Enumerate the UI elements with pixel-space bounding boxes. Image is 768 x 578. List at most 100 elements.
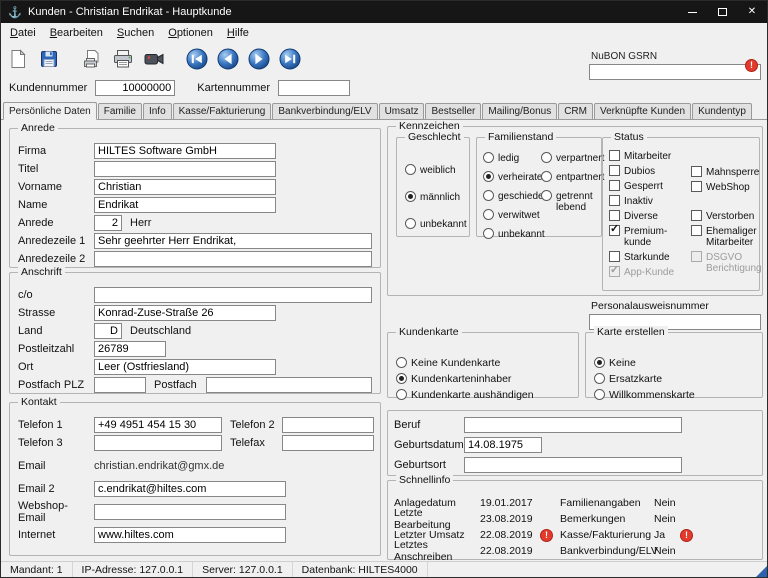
familienstand-option-ledig[interactable]: ledig — [483, 152, 541, 164]
tab-crm[interactable]: CRM — [558, 103, 593, 119]
resize-grip[interactable] — [756, 566, 767, 577]
printer-button[interactable] — [110, 46, 136, 72]
status-check[interactable] — [609, 195, 620, 206]
co-input[interactable] — [94, 287, 372, 303]
menu-item-bearbeiten[interactable]: Bearbeiten — [43, 25, 110, 41]
geschlecht-option-m-nnlich[interactable]: männlich — [405, 191, 469, 203]
firma-input[interactable] — [94, 143, 276, 159]
vorname-input[interactable] — [94, 179, 276, 195]
nav-first-button[interactable] — [184, 46, 210, 72]
status-option-starkunde[interactable]: Starkunde — [609, 251, 689, 263]
status-option-premium-kunde[interactable]: Premium-kunde — [609, 225, 689, 248]
tab-umsatz[interactable]: Umsatz — [379, 103, 425, 119]
tab-kundentyp[interactable]: Kundentyp — [692, 103, 752, 119]
tab-mailing-bonus[interactable]: Mailing/Bonus — [482, 103, 557, 119]
land-input[interactable] — [94, 323, 122, 339]
tab-verkn-pfte-kunden[interactable]: Verknüpfte Kunden — [594, 103, 691, 119]
status-option-inaktiv[interactable]: Inaktiv — [609, 195, 689, 207]
geschlecht-radio[interactable] — [405, 164, 416, 175]
window-minimize-button[interactable] — [677, 1, 707, 23]
tab-familie[interactable]: Familie — [98, 103, 142, 119]
nav-previous-button[interactable] — [215, 46, 241, 72]
telefon2-input[interactable] — [282, 417, 374, 433]
geschlecht-option-weiblich[interactable]: weiblich — [405, 164, 469, 176]
anredezeile1-input[interactable] — [94, 233, 372, 249]
familienstand-option-entpartnert[interactable]: entpartnert — [541, 171, 601, 183]
telefax-input[interactable] — [282, 435, 374, 451]
status-option-ehemaliger-mitarbeiter[interactable]: Ehemaliger Mitarbeiter — [691, 225, 759, 248]
webshop-email-input[interactable] — [94, 504, 286, 520]
familienstand-radio[interactable] — [483, 228, 494, 239]
geschlecht-radio[interactable] — [405, 218, 416, 229]
familienstand-option-verheiratet[interactable]: verheiratet — [483, 171, 541, 183]
familienstand-option-getrennt-lebend[interactable]: getrennt lebend — [541, 190, 601, 213]
familienstand-option-geschieden[interactable]: geschieden — [483, 190, 541, 202]
hot-indicator[interactable]: ! — [680, 529, 700, 542]
postleitzahl-input[interactable] — [94, 341, 166, 357]
nav-next-button[interactable] — [246, 46, 272, 72]
menu-item-datei[interactable]: Datei — [3, 25, 43, 41]
print-form-button[interactable] — [79, 46, 105, 72]
nav-last-button[interactable] — [277, 46, 303, 72]
familienstand-radio[interactable] — [483, 171, 494, 182]
kundennummer-input[interactable] — [95, 80, 175, 96]
kundenkarte-radio[interactable] — [396, 357, 407, 368]
kundenkarte-option-kundenkarteninhaber[interactable]: Kundenkarteninhaber — [396, 373, 578, 385]
status-option-verstorben[interactable]: Verstorben — [691, 210, 759, 222]
status-check[interactable] — [691, 181, 702, 192]
familienstand-radio[interactable] — [483, 190, 494, 201]
geburtsdatum-input[interactable] — [464, 437, 542, 453]
familienstand-option-verwitwet[interactable]: verwitwet — [483, 209, 541, 221]
hot-indicator[interactable]: ! — [540, 529, 560, 542]
status-check[interactable] — [609, 210, 620, 221]
kundenkarte-radio[interactable] — [396, 389, 407, 400]
familienstand-radio[interactable] — [483, 209, 494, 220]
internet-input[interactable] — [94, 527, 286, 543]
nubon-input[interactable] — [589, 64, 761, 80]
kundenkarte-option-keine-kundenkarte[interactable]: Keine Kundenkarte — [396, 357, 578, 369]
karte-erstellen-option-keine[interactable]: Keine — [594, 357, 762, 369]
window-maximize-button[interactable] — [707, 1, 737, 23]
postfach-plz-input[interactable] — [94, 377, 146, 393]
geschlecht-option-unbekannt[interactable]: unbekannt — [405, 218, 469, 230]
tab-bankverbindung-elv[interactable]: Bankverbindung/ELV — [272, 103, 377, 119]
telefon3-input[interactable] — [94, 435, 222, 451]
kundenkarte-radio[interactable] — [396, 373, 407, 384]
ort-input[interactable] — [94, 359, 276, 375]
titel-input[interactable] — [94, 161, 276, 177]
familienstand-radio[interactable] — [483, 152, 494, 163]
menu-item-optionen[interactable]: Optionen — [161, 25, 220, 41]
familienstand-option-verpartnert[interactable]: verpartnert — [541, 152, 601, 164]
familienstand-radio[interactable] — [541, 190, 552, 201]
karte-erstellen-option-ersatzkarte[interactable]: Ersatzkarte — [594, 373, 762, 385]
tab-kasse-fakturierung[interactable]: Kasse/Fakturierung — [173, 103, 272, 119]
familienstand-radio[interactable] — [541, 171, 552, 182]
postfach-input[interactable] — [206, 377, 372, 393]
status-option-gesperrt[interactable]: Gesperrt — [609, 180, 689, 192]
beruf-input[interactable] — [464, 417, 682, 433]
familienstand-radio[interactable] — [541, 152, 552, 163]
geburtsort-input[interactable] — [464, 457, 682, 473]
email2-input[interactable] — [94, 481, 286, 497]
status-check[interactable] — [691, 225, 702, 236]
status-option-mitarbeiter[interactable]: Mitarbeiter — [609, 150, 689, 162]
strasse-input[interactable] — [94, 305, 276, 321]
status-check[interactable] — [691, 166, 702, 177]
new-document-button[interactable] — [5, 46, 31, 72]
status-option-app-kunde[interactable]: App-Kunde — [609, 266, 689, 278]
tab-info[interactable]: Info — [143, 103, 172, 119]
status-check[interactable] — [609, 150, 620, 161]
window-close-button[interactable]: ✕ — [737, 1, 767, 23]
status-option-diverse[interactable]: Diverse — [609, 210, 689, 222]
anrede-code-input[interactable] — [94, 215, 122, 231]
karte-erstellen-radio[interactable] — [594, 373, 605, 384]
save-button[interactable] — [36, 46, 62, 72]
status-check[interactable] — [609, 251, 620, 262]
karte-erstellen-radio[interactable] — [594, 357, 605, 368]
camera-button[interactable] — [141, 46, 167, 72]
menu-item-suchen[interactable]: Suchen — [110, 25, 161, 41]
status-check[interactable] — [609, 266, 620, 277]
familienstand-option-unbekannt[interactable]: unbekannt — [483, 228, 541, 240]
status-check[interactable] — [691, 251, 702, 262]
status-check[interactable] — [609, 165, 620, 176]
